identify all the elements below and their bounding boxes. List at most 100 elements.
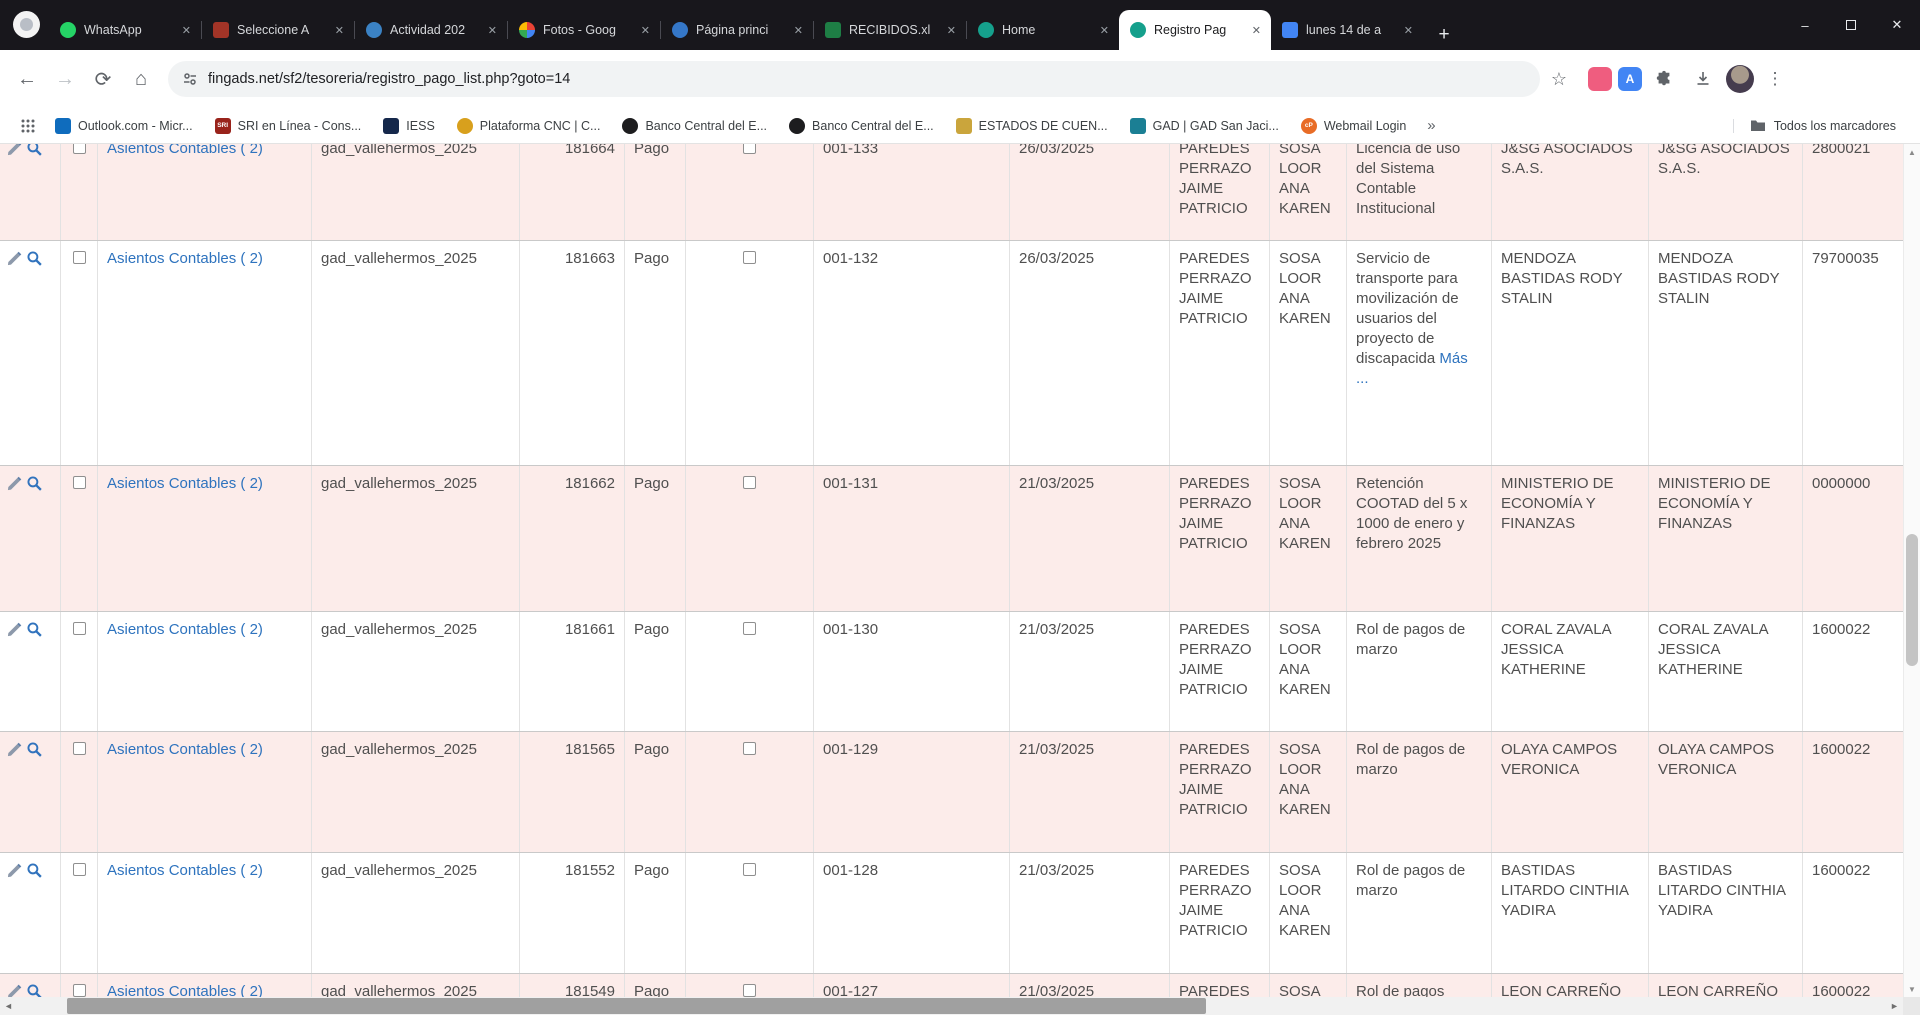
tab-close-icon[interactable]: ✕ xyxy=(1402,24,1415,37)
cell-database: gad_vallehermos_2025 xyxy=(312,974,520,997)
flag-checkbox[interactable] xyxy=(743,984,756,997)
row-checkbox[interactable] xyxy=(73,251,86,264)
bookmark-estados[interactable]: ESTADOS DE CUEN... xyxy=(947,114,1117,138)
magnifier-icon[interactable] xyxy=(26,862,43,879)
magnifier-icon[interactable] xyxy=(26,250,43,267)
tab-close-icon[interactable]: ✕ xyxy=(180,24,193,37)
tab-registro-pago-active[interactable]: Registro Pag ✕ xyxy=(1119,10,1271,50)
cell-tipo: Pago xyxy=(625,853,686,973)
flag-checkbox[interactable] xyxy=(743,622,756,635)
cell-elaborado: PAREDES PERRAZO JAIME PATRICIO xyxy=(1170,732,1270,852)
horizontal-scrollbar[interactable]: ◄ ► xyxy=(0,997,1903,1015)
bookmarks-overflow-chevron[interactable]: » xyxy=(1419,117,1443,134)
tab-close-icon[interactable]: ✕ xyxy=(1098,24,1111,37)
cell-revisado: SOSA LOOR ANA KAREN xyxy=(1270,853,1347,973)
bookmark-iess[interactable]: IESS xyxy=(374,114,444,138)
edit-pencil-icon[interactable] xyxy=(6,741,23,758)
edit-pencil-icon[interactable] xyxy=(6,983,23,997)
scroll-left-icon[interactable]: ◄ xyxy=(0,997,17,1015)
tab-home[interactable]: Home ✕ xyxy=(967,10,1119,50)
translate-icon[interactable]: A xyxy=(1618,67,1642,91)
site-settings-icon[interactable] xyxy=(182,71,198,87)
forward-icon[interactable]: → xyxy=(46,60,84,98)
extension-pink-icon[interactable] xyxy=(1588,67,1612,91)
all-bookmarks-button[interactable]: Todos los marcadores xyxy=(1733,119,1906,133)
bookmark-cnc[interactable]: Plataforma CNC | C... xyxy=(448,114,610,138)
asientos-contables-link[interactable]: Asientos Contables ( 2) xyxy=(107,144,263,157)
edit-pencil-icon[interactable] xyxy=(6,621,23,638)
magnifier-icon[interactable] xyxy=(26,741,43,758)
scroll-right-icon[interactable]: ► xyxy=(1886,997,1903,1015)
bookmark-gad[interactable]: GAD | GAD San Jaci... xyxy=(1121,114,1288,138)
asientos-contables-link[interactable]: Asientos Contables ( 2) xyxy=(107,621,263,638)
magnifier-icon[interactable] xyxy=(26,144,43,157)
edit-pencil-icon[interactable] xyxy=(6,475,23,492)
cell-database: gad_vallehermos_2025 xyxy=(312,732,520,852)
row-checkbox[interactable] xyxy=(73,144,86,154)
flag-checkbox[interactable] xyxy=(743,251,756,264)
downloads-icon[interactable] xyxy=(1686,60,1720,98)
row-checkbox[interactable] xyxy=(73,622,86,635)
flag-checkbox[interactable] xyxy=(743,742,756,755)
tab-whatsapp[interactable]: WhatsApp ✕ xyxy=(49,10,201,50)
maximize-button[interactable] xyxy=(1828,0,1874,50)
extensions-puzzle-icon[interactable] xyxy=(1648,60,1680,98)
edit-pencil-icon[interactable] xyxy=(6,144,23,157)
profile-avatar[interactable] xyxy=(1726,65,1754,93)
home-icon[interactable]: ⌂ xyxy=(122,60,160,98)
reload-icon[interactable]: ⟳ xyxy=(84,60,122,98)
apps-grid-icon[interactable] xyxy=(14,112,42,140)
tab-pagina-principal[interactable]: Página princi ✕ xyxy=(661,10,813,50)
flag-checkbox[interactable] xyxy=(743,476,756,489)
tab-close-icon[interactable]: ✕ xyxy=(333,24,346,37)
cell-beneficiario: OLAYA CAMPOS VERONICA xyxy=(1492,732,1649,852)
magnifier-icon[interactable] xyxy=(26,621,43,638)
cell-numero: 001-132 xyxy=(814,241,1010,465)
scroll-down-icon[interactable]: ▼ xyxy=(1904,981,1920,997)
asientos-contables-link[interactable]: Asientos Contables ( 2) xyxy=(107,475,263,492)
scroll-up-icon[interactable]: ▲ xyxy=(1904,144,1920,160)
row-checkbox[interactable] xyxy=(73,476,86,489)
edit-pencil-icon[interactable] xyxy=(6,250,23,267)
tab-fotos[interactable]: Fotos - Goog ✕ xyxy=(508,10,660,50)
tab-seleccione[interactable]: Seleccione A ✕ xyxy=(202,10,354,50)
tab-close-icon[interactable]: ✕ xyxy=(486,24,499,37)
asientos-contables-link[interactable]: Asientos Contables ( 2) xyxy=(107,250,263,267)
flag-checkbox[interactable] xyxy=(743,144,756,154)
tab-recibidos[interactable]: RECIBIDOS.xl ✕ xyxy=(814,10,966,50)
flag-checkbox[interactable] xyxy=(743,863,756,876)
row-checkbox[interactable] xyxy=(73,742,86,755)
row-checkbox[interactable] xyxy=(73,863,86,876)
magnifier-icon[interactable] xyxy=(26,983,43,997)
bookmark-webmail[interactable]: cPWebmail Login xyxy=(1292,114,1415,138)
asientos-contables-link[interactable]: Asientos Contables ( 2) xyxy=(107,983,263,997)
cell-tipo: Pago xyxy=(625,974,686,997)
bookmark-star-icon[interactable]: ☆ xyxy=(1540,60,1578,98)
asientos-contables-link[interactable]: Asientos Contables ( 2) xyxy=(107,862,263,879)
tab-actividad[interactable]: Actividad 202 ✕ xyxy=(355,10,507,50)
bookmark-outlook[interactable]: Outlook.com - Micr... xyxy=(46,114,202,138)
new-tab-button[interactable]: + xyxy=(1429,20,1459,50)
tab-calendario[interactable]: lunes 14 de a ✕ xyxy=(1271,10,1423,50)
minimize-button[interactable]: – xyxy=(1782,0,1828,50)
address-bar[interactable]: fingads.net/sf2/tesoreria/registro_pago_… xyxy=(168,61,1540,97)
cell-fecha: 26/03/2025 xyxy=(1010,144,1170,240)
asientos-contables-link[interactable]: Asientos Contables ( 2) xyxy=(107,741,263,758)
bookmark-banco-central-1[interactable]: Banco Central del E... xyxy=(613,114,776,138)
horizontal-scroll-thumb[interactable] xyxy=(67,998,1206,1014)
vertical-scrollbar[interactable]: ▲ ▼ xyxy=(1903,144,1920,997)
cell-tipo: Pago xyxy=(625,612,686,731)
menu-kebab-icon[interactable]: ⋮ xyxy=(1760,60,1790,98)
edit-pencil-icon[interactable] xyxy=(6,862,23,879)
close-button[interactable]: ✕ xyxy=(1874,0,1920,50)
tab-close-icon[interactable]: ✕ xyxy=(1250,24,1263,37)
tab-close-icon[interactable]: ✕ xyxy=(792,24,805,37)
vertical-scroll-thumb[interactable] xyxy=(1906,534,1918,666)
back-icon[interactable]: ← xyxy=(8,60,46,98)
row-checkbox[interactable] xyxy=(73,984,86,997)
magnifier-icon[interactable] xyxy=(26,475,43,492)
tab-close-icon[interactable]: ✕ xyxy=(945,24,958,37)
bookmark-banco-central-2[interactable]: Banco Central del E... xyxy=(780,114,943,138)
tab-close-icon[interactable]: ✕ xyxy=(639,24,652,37)
bookmark-sri[interactable]: SRISRI en Línea - Cons... xyxy=(206,114,371,138)
